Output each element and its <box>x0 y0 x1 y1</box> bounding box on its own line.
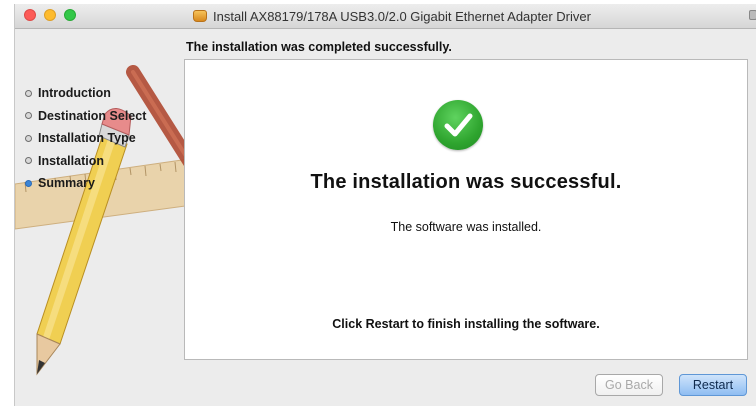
content-panel: The installation was successful. The sof… <box>184 59 748 360</box>
window-title-group: Install AX88179/178A USB3.0/2.0 Gigabit … <box>193 8 591 24</box>
step-item-introduction: Introduction <box>25 82 146 105</box>
step-list: Introduction Destination Select Installa… <box>25 82 146 195</box>
step-bullet-icon <box>25 134 32 142</box>
step-bullet-active-icon <box>25 179 32 187</box>
step-label: Installation <box>38 153 104 168</box>
step-label: Summary <box>38 176 95 191</box>
success-title: The installation was successful. <box>310 171 622 193</box>
title-bar[interactable]: Install AX88179/178A USB3.0/2.0 Gigabit … <box>15 4 756 29</box>
success-subtitle: The software was installed. <box>390 220 542 234</box>
step-bullet-icon <box>25 112 32 120</box>
step-label: Introduction <box>38 86 111 101</box>
step-item-installation: Installation <box>25 150 146 173</box>
restart-button[interactable]: Restart <box>679 374 747 396</box>
lock-icon <box>749 10 756 20</box>
zoom-button[interactable] <box>64 9 76 21</box>
header-status: The installation was completed successfu… <box>186 40 452 54</box>
package-icon <box>193 10 207 22</box>
step-item-installation-type: Installation Type <box>25 127 146 150</box>
step-label: Destination Select <box>38 108 147 123</box>
installer-window: Install AX88179/178A USB3.0/2.0 Gigabit … <box>14 4 756 406</box>
step-label: Installation Type <box>38 131 136 146</box>
restart-instruction: Click Restart to finish installing the s… <box>332 317 600 331</box>
checkmark-icon <box>433 100 483 150</box>
step-bullet-icon <box>25 89 32 97</box>
go-back-button[interactable]: Go Back <box>595 374 663 396</box>
step-bullet-icon <box>25 157 32 165</box>
close-button[interactable] <box>24 9 36 21</box>
minimize-button[interactable] <box>44 9 56 21</box>
step-item-destination-select: Destination Select <box>25 105 146 128</box>
window-title: Install AX88179/178A USB3.0/2.0 Gigabit … <box>213 8 591 24</box>
step-item-summary: Summary <box>25 172 146 195</box>
